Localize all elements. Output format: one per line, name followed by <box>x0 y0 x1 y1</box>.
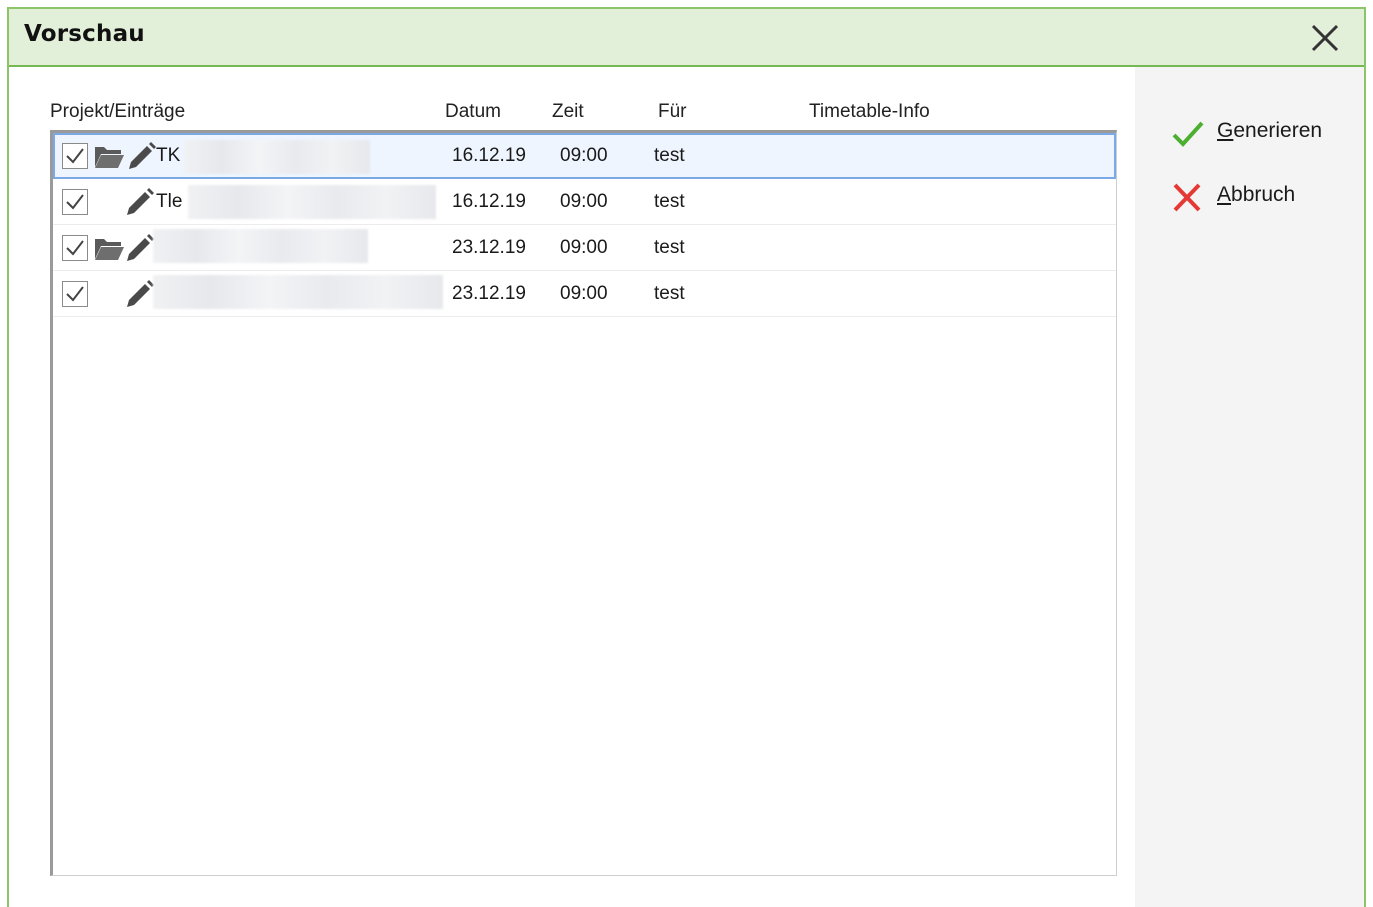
action-sidebar: Generieren Abbruch <box>1135 67 1364 907</box>
checkmark-icon <box>1172 121 1204 147</box>
dialog-title: Vorschau <box>24 21 145 47</box>
table-row[interactable]: 23.12.19 09:00 test <box>53 271 1116 317</box>
redacted-text <box>185 140 370 174</box>
row-name: Tle <box>156 191 183 212</box>
column-header-project[interactable]: Projekt/Einträge <box>50 101 185 123</box>
redacted-text <box>188 185 436 219</box>
row-for: test <box>654 237 685 258</box>
redacted-text <box>153 275 443 309</box>
row-for: test <box>654 145 685 166</box>
column-header-timetable-info[interactable]: Timetable-Info <box>809 101 930 123</box>
cancel-label: Abbruch <box>1217 183 1295 207</box>
checkbox-checked-icon <box>66 194 84 210</box>
checkbox-checked-icon <box>66 240 84 256</box>
row-date: 16.12.19 <box>452 145 526 166</box>
preview-dialog: Vorschau Projekt/Einträge Datum Zeit Für… <box>7 7 1366 907</box>
close-button[interactable] <box>1308 21 1342 55</box>
row-time: 09:00 <box>560 283 608 304</box>
row-checkbox[interactable] <box>62 281 88 307</box>
row-for: test <box>654 283 685 304</box>
close-icon <box>1311 24 1339 52</box>
row-date: 23.12.19 <box>452 283 526 304</box>
column-header-for[interactable]: Für <box>658 101 687 123</box>
column-header-date[interactable]: Datum <box>445 101 501 123</box>
pencil-icon <box>129 142 156 169</box>
generate-mnemonic: G <box>1217 119 1234 142</box>
row-for: test <box>654 191 685 212</box>
pencil-icon <box>127 188 154 215</box>
row-name: TK <box>156 145 181 166</box>
cancel-mnemonic: A <box>1217 183 1232 206</box>
row-time: 09:00 <box>560 237 608 258</box>
generate-label-rest: enerieren <box>1233 119 1323 142</box>
table-row[interactable]: 23.12.19 09:00 test <box>53 225 1116 271</box>
cancel-label-rest: bbruch <box>1231 183 1296 206</box>
row-checkbox[interactable] <box>62 189 88 215</box>
entries-grid[interactable]: TK 16.12.19 09:00 test Tle 16.12.19 09:0… <box>50 130 1117 876</box>
checkbox-checked-icon <box>66 286 84 302</box>
row-date: 23.12.19 <box>452 237 526 258</box>
row-date: 16.12.19 <box>452 191 526 212</box>
x-icon <box>1173 183 1201 212</box>
redacted-text <box>153 229 368 263</box>
row-checkbox[interactable] <box>62 143 88 169</box>
table-row[interactable]: TK 16.12.19 09:00 test <box>53 133 1116 179</box>
row-time: 09:00 <box>560 191 608 212</box>
generate-label: Generieren <box>1217 119 1322 143</box>
row-time: 09:00 <box>560 145 608 166</box>
folder-open-icon <box>95 147 124 168</box>
folder-open-icon <box>95 239 124 260</box>
pencil-icon <box>127 280 154 307</box>
table-row[interactable]: Tle 16.12.19 09:00 test <box>53 179 1116 225</box>
checkbox-checked-icon <box>66 148 84 164</box>
content-area: Projekt/Einträge Datum Zeit Für Timetabl… <box>9 67 1135 907</box>
title-bar: Vorschau <box>9 9 1364 67</box>
pencil-icon <box>127 234 154 261</box>
row-checkbox[interactable] <box>62 235 88 261</box>
column-header-time[interactable]: Zeit <box>552 101 584 123</box>
